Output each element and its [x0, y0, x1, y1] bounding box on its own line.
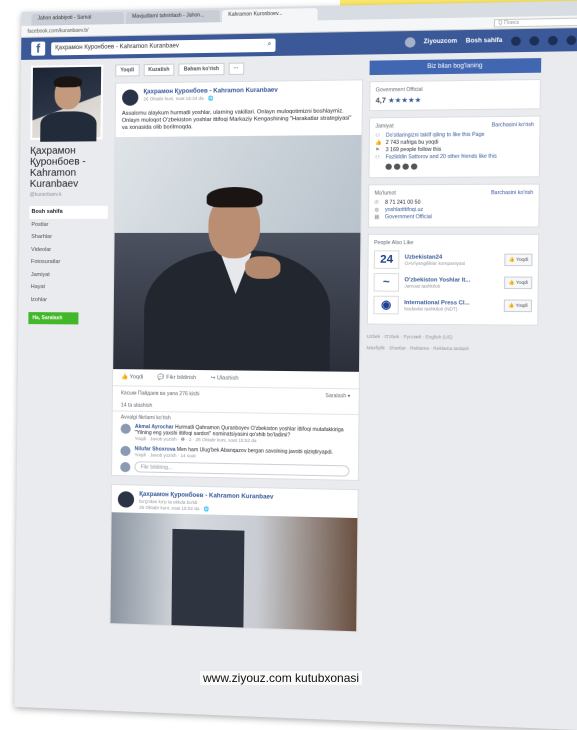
- suggested-page: ◉ International Press Cl... Nodavlat tash…: [373, 295, 533, 316]
- nav-item-home[interactable]: Bosh sahifa: [29, 205, 108, 219]
- post-avatar[interactable]: [122, 89, 139, 106]
- post-header: Қахрамон Қуронбоев - Kahramon Kuranbaev …: [116, 80, 362, 108]
- comments-section: Avvalgi fikrlarni ko'rish Akmal Ayrochar…: [112, 411, 358, 480]
- post-like-button[interactable]: 👍 Yoqdi: [121, 374, 143, 380]
- browser-tab[interactable]: Jahon adabiyoti - Samal: [31, 11, 125, 26]
- header-right: Ziyouzcom Bosh sahifa: [404, 34, 577, 48]
- page-handle[interactable]: @kuranbaev.k: [30, 192, 108, 198]
- post-avatar[interactable]: [117, 491, 135, 508]
- phone-icon: ✆: [374, 199, 379, 206]
- friends-icon: ⚇: [374, 154, 380, 161]
- comment-avatar[interactable]: [120, 445, 131, 457]
- messages-icon[interactable]: [529, 35, 540, 46]
- reactions-count[interactable]: Касым Пайдаев ва yana 276 kishi: [121, 390, 200, 397]
- community-card: Jamiyat Barchasini ko'rish ⚇ Do'stlaringiz…: [368, 115, 541, 179]
- facebook-search-input[interactable]: Қахрамон Куронбоев - Kahramon Kuranbaev …: [51, 38, 276, 55]
- watermark: www.ziyouz.com kutubxonasi: [200, 671, 363, 685]
- post-card: Қахрамон Қуронбоев - Kahramon Kuranbaev …: [109, 483, 359, 633]
- left-nav: Bosh sahifa Postlar Sharhlar Videolar Fo…: [29, 205, 108, 307]
- more-button[interactable]: ···: [228, 62, 244, 76]
- share-page-button[interactable]: Baham ko'rish: [178, 62, 225, 76]
- see-all-link[interactable]: Barchasini ko'rish: [491, 190, 533, 196]
- see-all-link[interactable]: Barchasini ko'rish: [492, 122, 534, 129]
- like-page-button[interactable]: 👍 Yoqdi: [504, 276, 533, 290]
- screenshot-frame: Jahon adabiyoti - Samal Mavjudlarni tahr…: [14, 0, 577, 730]
- create-page-button[interactable]: Ha, Saralash: [28, 312, 79, 325]
- my-avatar: [120, 461, 131, 472]
- user-name-link[interactable]: Ziyouzcom: [424, 39, 458, 46]
- message-button[interactable]: Biz bilan bog'laning: [369, 58, 542, 76]
- search-icon[interactable]: ⌕: [267, 40, 271, 48]
- suggested-page: 24 Uzbekistan24 OAV/yangiliklar kompaniya…: [373, 250, 533, 269]
- star-icon: ★★★★★: [387, 97, 422, 105]
- page-action-bar: Yoqdi Kuzatish Baham ko'rish ···: [115, 61, 363, 77]
- nav-item-notes[interactable]: Izohlar: [29, 294, 107, 307]
- nav-item-life[interactable]: Hayat: [29, 281, 107, 294]
- nav-item-reviews[interactable]: Sharhlar: [29, 231, 107, 244]
- invite-icon: ⚇: [375, 132, 380, 139]
- help-icon[interactable]: [566, 34, 577, 45]
- page-logo[interactable]: ◉: [373, 295, 399, 315]
- legal-footer[interactable]: Maxfiylik · Shartlar · Reklama · Reklama…: [367, 342, 539, 355]
- search-value: Қахрамон Куронбоев - Kahramon Kuranbaev: [55, 42, 180, 51]
- facebook-logo-icon[interactable]: f: [31, 41, 46, 56]
- post-text: Assalomu alaykum hurmatli yoshlar, ularn…: [121, 108, 352, 132]
- globe-icon: ◍: [374, 207, 380, 214]
- rating[interactable]: 4,7 ★★★★★: [376, 95, 535, 105]
- post-date[interactable]: 26 Oktabr kuni, soat 15:34 da · 🌐: [143, 95, 277, 103]
- info-card: Ma'lumot Barchasini ko'rish ✆ 8 71 241 00 …: [367, 183, 540, 228]
- browser-tab-active[interactable]: Kahramon Kuronboev...: [221, 8, 318, 23]
- nav-item-photos[interactable]: Fotosuratlar: [29, 256, 107, 269]
- comment: Akmal Ayrochar Hurmatli Qahramon Quranbo…: [120, 423, 350, 446]
- category-label: Government Official: [375, 86, 423, 94]
- comment-input-row: Fikr bildiring...: [120, 461, 350, 477]
- post-photo[interactable]: [110, 512, 358, 632]
- thumbs-up-icon: 👍: [375, 139, 382, 147]
- building-icon: ▦: [374, 214, 380, 221]
- notifications-icon[interactable]: [547, 35, 558, 45]
- follow-icon: ⚑: [375, 147, 380, 154]
- comment-avatar[interactable]: [120, 423, 131, 434]
- post-card: Қахрамон Қуронбоев - Kahramon Kuranbaev …: [111, 79, 364, 482]
- like-page-button[interactable]: Yoqdi: [115, 64, 140, 77]
- previous-comments-link[interactable]: Avvalgi fikrlarni ko'rish: [121, 415, 350, 425]
- nav-item-community[interactable]: Jamiyat: [29, 269, 107, 282]
- sort-dropdown[interactable]: Saralash ▾: [325, 393, 350, 399]
- page-name: Қахрамон Қуронбоев - Kahramon Kuranbaev: [29, 145, 86, 190]
- comment-input[interactable]: Fikr bildiring...: [134, 461, 350, 477]
- nav-item-posts[interactable]: Postlar: [29, 218, 107, 231]
- user-avatar[interactable]: [404, 37, 416, 48]
- page-logo[interactable]: 24: [373, 250, 400, 269]
- suggested-page: ~ O'zbekiston Yoshlar It... Jamoat tashki…: [373, 273, 533, 292]
- nav-item-videos[interactable]: Videolar: [29, 243, 107, 256]
- profile-picture[interactable]: [30, 64, 104, 142]
- like-page-button[interactable]: 👍 Yoqdi: [503, 299, 533, 313]
- home-link[interactable]: Bosh sahifa: [466, 38, 503, 45]
- comment: Nilufar Shoxrova Men ham Ulug'bek Abanqa…: [120, 445, 349, 461]
- right-column: Biz bilan bog'laning Government Official…: [363, 58, 542, 647]
- post-comment-button[interactable]: 💬 Fikr bildirish: [158, 375, 197, 382]
- rating-card: Government Official 4,7 ★★★★★: [369, 78, 541, 112]
- friends-icon[interactable]: [510, 35, 521, 46]
- timeline-column: Yoqdi Kuzatish Baham ko'rish ··· Қахрамо…: [109, 61, 364, 641]
- website-link[interactable]: yoshlarittifoqi.uz: [385, 207, 423, 214]
- like-page-button[interactable]: 👍 Yoqdi: [504, 253, 533, 267]
- page-logo[interactable]: ~: [373, 273, 400, 292]
- browser-search-field[interactable]: Q Поиск: [493, 17, 577, 27]
- people-also-like-card: People Also Like 24 Uzbekistan24 OAV/yang…: [366, 233, 540, 326]
- post-share-button[interactable]: ↪ Ulashish: [211, 375, 239, 381]
- browser-tab[interactable]: Mavjudlarni tahririlash - Jahon...: [125, 9, 221, 24]
- post-photo[interactable]: [113, 134, 362, 372]
- friend-avatars[interactable]: [385, 163, 533, 170]
- follow-button[interactable]: Kuzatish: [143, 63, 175, 77]
- left-column: Қахрамон Қуронбоев - Kahramon Kuranbaev …: [25, 64, 109, 632]
